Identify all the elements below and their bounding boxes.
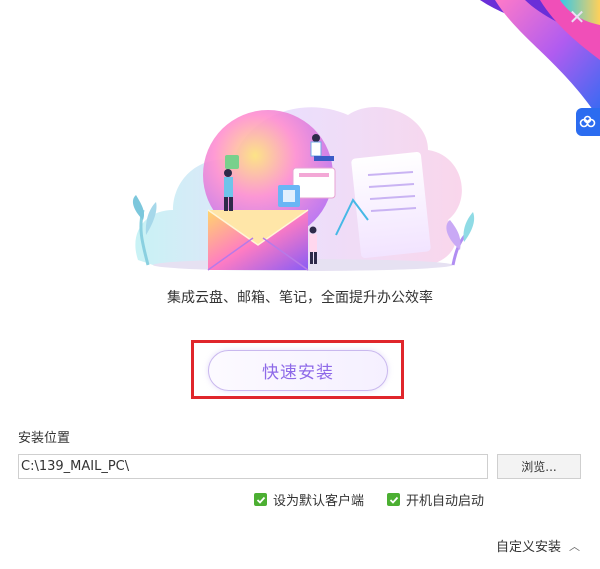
close-icon: ✕ <box>568 5 586 29</box>
close-button[interactable]: ✕ <box>566 6 588 28</box>
default-client-checkbox[interactable]: 设为默认客户端 <box>254 490 364 509</box>
cloud-icon <box>579 115 596 128</box>
custom-install-toggle[interactable]: 自定义安装 ︿ <box>495 536 580 556</box>
hero-illustration <box>132 107 475 271</box>
checkbox-checked-icon <box>387 493 400 506</box>
autostart-label: 开机自动启动 <box>406 494 485 509</box>
autostart-checkbox[interactable]: 开机自动启动 <box>387 490 484 509</box>
side-tab-button[interactable] <box>576 108 600 136</box>
checkbox-checked-icon <box>254 493 267 506</box>
custom-install-label: 自定义安装 <box>495 540 561 555</box>
install-path-input[interactable] <box>18 454 488 479</box>
browse-button[interactable]: 浏览... <box>497 454 581 479</box>
default-client-label: 设为默认客户端 <box>273 494 365 509</box>
tagline: 集成云盘、邮箱、笔记，全面提升办公效率 <box>167 290 433 306</box>
install-location-label: 安装位置 <box>18 431 71 446</box>
installer-window: ✕ 集成云盘、邮箱、笔记，全面提升办公效率 快速安装 安装位置 C:\139_M… <box>0 0 600 569</box>
chevron-up-icon: ︿ <box>569 539 580 553</box>
quick-install-button[interactable]: 快速安装 <box>208 350 388 391</box>
